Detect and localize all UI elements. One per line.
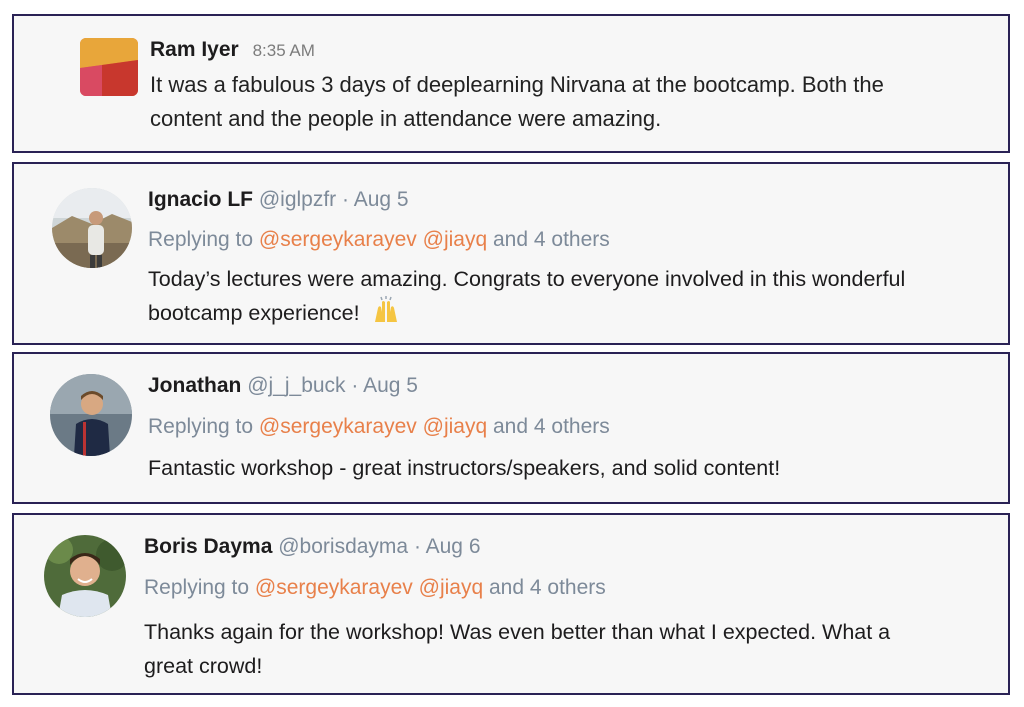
mention-link[interactable]: @sergeykarayev xyxy=(259,415,417,438)
replying-prefix: Replying to xyxy=(148,228,254,251)
tweet-card: Boris Dayma @borisdayma · Aug 6 Replying… xyxy=(12,513,1010,695)
tweet-text-line-2: great crowd! xyxy=(144,654,263,678)
avatar[interactable] xyxy=(52,188,132,268)
replying-prefix: Replying to xyxy=(148,415,254,438)
replying-to-line: Replying to @sergeykarayev @jiayq and 4 … xyxy=(148,415,610,439)
replying-others-link[interactable]: and 4 others xyxy=(493,415,610,438)
tweet-text-line-1: Fantastic workshop - great instructors/s… xyxy=(148,456,781,480)
user-handle[interactable]: @borisdayma xyxy=(278,535,408,558)
tweet-text-line-1: Thanks again for the workshop! Was even … xyxy=(144,620,891,644)
tweet-card: Jonathan @j_j_buck · Aug 5 Replying to @… xyxy=(12,352,1010,504)
replying-to-line: Replying to @sergeykarayev @jiayq and 4 … xyxy=(144,576,606,600)
message-text-line-2: content and the people in attendance wer… xyxy=(150,106,662,131)
replying-others-link[interactable]: and 4 others xyxy=(489,576,606,599)
tweet-card: Ignacio LF @iglpzfr · Aug 5 Replying to … xyxy=(12,162,1010,345)
slack-message-card: Ram Iyer 8:35 AM It was a fabulous 3 day… xyxy=(12,14,1010,153)
user-handle[interactable]: @iglpzfr xyxy=(259,188,336,211)
replying-others-link[interactable]: and 4 others xyxy=(493,228,610,251)
mention-link[interactable]: @jiayq xyxy=(423,415,488,438)
tweet-date[interactable]: · Aug 6 xyxy=(414,535,481,558)
user-name[interactable]: Boris Dayma xyxy=(144,535,272,558)
mention-link[interactable]: @jiayq xyxy=(419,576,484,599)
slack-app-logo-icon xyxy=(80,38,138,96)
user-name[interactable]: Jonathan xyxy=(148,374,241,397)
tweet-text-line-1: Today’s lectures were amazing. Congrats … xyxy=(148,267,906,291)
message-text-line-1: It was a fabulous 3 days of deeplearning… xyxy=(150,72,884,97)
raising-hands-icon xyxy=(372,296,400,324)
replying-prefix: Replying to xyxy=(144,576,250,599)
tweet-date[interactable]: · Aug 5 xyxy=(342,188,409,211)
tweet-date[interactable]: · Aug 5 xyxy=(351,374,418,397)
avatar[interactable] xyxy=(50,374,132,456)
mention-link[interactable]: @sergeykarayev xyxy=(255,576,413,599)
user-handle[interactable]: @j_j_buck xyxy=(247,374,345,397)
mention-link[interactable]: @sergeykarayev xyxy=(259,228,417,251)
tweet-text-line-2: bootcamp experience! xyxy=(148,301,360,325)
message-timestamp[interactable]: 8:35 AM xyxy=(253,41,315,60)
replying-to-line: Replying to @sergeykarayev @jiayq and 4 … xyxy=(148,228,610,252)
user-name[interactable]: Ignacio LF xyxy=(148,188,253,211)
author-name[interactable]: Ram Iyer xyxy=(150,38,239,61)
avatar[interactable] xyxy=(44,535,126,617)
mention-link[interactable]: @jiayq xyxy=(423,228,488,251)
